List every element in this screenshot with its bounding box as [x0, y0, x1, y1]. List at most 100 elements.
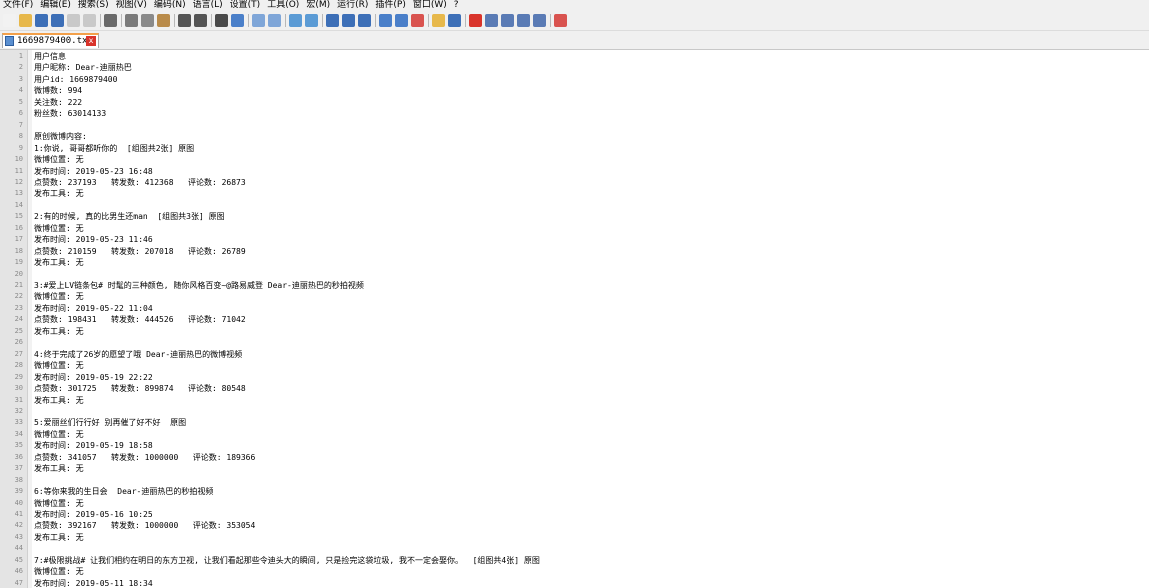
- file-tab[interactable]: 1669879400.txt x: [2, 33, 99, 48]
- menu-item[interactable]: 视图(V): [113, 0, 151, 10]
- text-line: 关注数: 222: [34, 97, 83, 107]
- replace-icon[interactable]: [231, 14, 244, 27]
- line-number: 13: [14, 189, 23, 198]
- line-number: 8: [18, 132, 23, 141]
- menu-item[interactable]: 搜索(S): [75, 0, 113, 10]
- text-line: 4:终于完成了26岁的愿望了哦 Dear-迪丽热巴的微博视频: [34, 349, 243, 359]
- stop-record-icon[interactable]: [485, 14, 498, 27]
- menu-item[interactable]: 语言(L): [190, 0, 227, 10]
- folder-workspace-icon[interactable]: [432, 14, 445, 27]
- text-line: 微博数: 994: [34, 86, 83, 96]
- indent-guide-icon[interactable]: [358, 14, 371, 27]
- line-number: 38: [14, 475, 23, 484]
- text-line: 微博位置: 无: [34, 155, 84, 165]
- line-number: 9: [18, 143, 23, 152]
- line-number: 35: [14, 441, 23, 450]
- line-number: 28: [14, 361, 23, 370]
- line-number: 18: [14, 246, 23, 255]
- line-number: 14: [14, 200, 23, 209]
- text-line: 点赞数: 237193 转发数: 412368 评论数: 26873: [34, 177, 246, 187]
- text-line: 发布工具: 无: [34, 258, 84, 268]
- save-icon[interactable]: [35, 14, 48, 27]
- sync-vertical-icon[interactable]: [289, 14, 302, 27]
- close-icon[interactable]: [67, 14, 80, 27]
- zoom-out-icon[interactable]: [268, 14, 281, 27]
- text-line: 5:爱丽丝们行行好 别再催了好不好 原图: [34, 418, 187, 428]
- playback-icon[interactable]: [501, 14, 514, 27]
- paste-icon[interactable]: [157, 14, 170, 27]
- line-number: 39: [14, 487, 23, 496]
- toolbar-separator: [428, 14, 429, 27]
- close-tab-icon[interactable]: x: [86, 36, 96, 46]
- show-all-chars-icon[interactable]: [342, 14, 355, 27]
- copy-icon[interactable]: [141, 14, 154, 27]
- find-icon[interactable]: [215, 14, 228, 27]
- line-number: 46: [14, 567, 23, 576]
- tab-bar: 1669879400.txt x: [0, 31, 1149, 50]
- redo-icon[interactable]: [194, 14, 207, 27]
- menu-item[interactable]: 工具(O): [264, 0, 303, 10]
- line-number: 17: [14, 235, 23, 244]
- record-macro-icon[interactable]: [469, 14, 482, 27]
- menu-item[interactable]: 编辑(E): [37, 0, 75, 10]
- editor-area[interactable]: 1 2 3 4 5 6 7 8 9 10 11 12 13 14 15 16 17 18 19 20 21 22 23 24 2…: [0, 50, 1149, 588]
- menu-item[interactable]: 插件(P): [372, 0, 409, 10]
- function-list-icon[interactable]: [411, 14, 424, 27]
- close-all-icon[interactable]: [83, 14, 96, 27]
- text-line: 用户信息: [34, 52, 66, 61]
- line-number: 12: [14, 177, 23, 186]
- line-number: 25: [14, 326, 23, 335]
- text-line: 发布时间: 2019-05-11 18:34: [34, 578, 153, 588]
- fold-margin: [28, 50, 32, 588]
- line-number: 16: [14, 223, 23, 232]
- line-number: 5: [18, 97, 23, 106]
- spell-check-icon[interactable]: [554, 14, 567, 27]
- menu-item[interactable]: 设置(T): [227, 0, 265, 10]
- run-macro-multiple-icon[interactable]: [517, 14, 530, 27]
- text-line: 点赞数: 301725 转发数: 899874 评论数: 80548: [34, 384, 246, 394]
- text-line: 点赞数: 341057 转发数: 1000000 评论数: 189366: [34, 452, 256, 462]
- line-number: 10: [14, 155, 23, 164]
- line-number: 31: [14, 395, 23, 404]
- file-icon: [5, 36, 14, 46]
- line-number: 26: [14, 338, 23, 347]
- cut-icon[interactable]: [125, 14, 138, 27]
- toolbar-separator: [100, 14, 101, 27]
- sync-horizontal-icon[interactable]: [305, 14, 318, 27]
- text-line: 发布时间: 2019-05-23 16:48: [34, 166, 153, 176]
- monitoring-icon[interactable]: [448, 14, 461, 27]
- menu-item[interactable]: 运行(R): [334, 0, 372, 10]
- menu-item[interactable]: ?: [451, 0, 463, 10]
- line-number: 37: [14, 464, 23, 473]
- undo-icon[interactable]: [178, 14, 191, 27]
- save-all-icon[interactable]: [51, 14, 64, 27]
- line-number: 1: [18, 52, 23, 60]
- line-number: 20: [14, 269, 23, 278]
- language-icon[interactable]: [379, 14, 392, 27]
- line-number: 22: [14, 292, 23, 301]
- text-line: 发布时间: 2019-05-16 10:25: [34, 510, 153, 519]
- print-icon[interactable]: [104, 14, 117, 27]
- word-wrap-icon[interactable]: [326, 14, 339, 27]
- menu-item[interactable]: 编码(N): [151, 0, 190, 10]
- line-number: 32: [14, 406, 23, 415]
- new-file-icon[interactable]: [3, 14, 16, 27]
- line-number: 47: [14, 578, 23, 587]
- text-line: 微博位置: 无: [34, 567, 84, 577]
- line-number: 36: [14, 452, 23, 461]
- doc-map-icon[interactable]: [395, 14, 408, 27]
- zoom-in-icon[interactable]: [252, 14, 265, 27]
- save-macro-icon[interactable]: [533, 14, 546, 27]
- menu-item[interactable]: 窗口(W): [410, 0, 451, 10]
- toolbar-separator: [550, 14, 551, 27]
- menu-item[interactable]: 文件(F): [0, 0, 37, 10]
- text-line: 发布时间: 2019-05-19 18:58: [34, 441, 153, 451]
- text-line: 发布工具: 无: [34, 464, 84, 474]
- text-line: 用户id: 1669879400: [34, 74, 118, 84]
- menu-item[interactable]: 宏(M): [303, 0, 334, 10]
- text-line: 2:有的时候, 真的比男生还man [组图共3张] 原图: [34, 212, 225, 222]
- line-number: 23: [14, 303, 23, 312]
- file-tab-title: 1669879400.txt: [17, 36, 93, 46]
- open-file-icon[interactable]: [19, 14, 32, 27]
- line-number: 6: [18, 109, 23, 118]
